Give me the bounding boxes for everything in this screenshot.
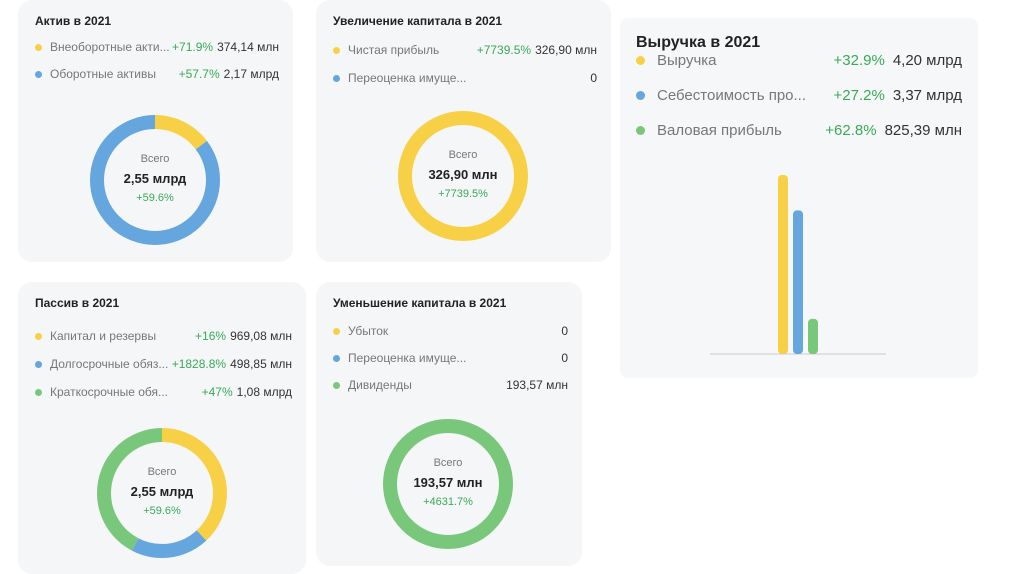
revenue-card: Выручка в 2021 Выручка +32.9% 4,20 млрд Себ… [620,18,978,378]
legend-item: Убыток 0 [333,323,568,339]
donut-center: Всего 326,90 млн +7739.5% [403,149,523,200]
legend-label: Внеоборотные акти... [50,40,170,54]
total-value: 2,55 млрд [123,171,187,186]
legend-item: Оборотные активы +57.7% 2,17 млрд [35,66,279,82]
legend-label: Валовая прибыль [657,121,782,139]
legend-value: 0 [561,324,568,338]
legend-label: Дивиденды [348,378,412,392]
legend-dot-icon [333,74,340,82]
total-value: 193,57 млн [413,475,483,490]
card-title: Увеличение капитала в 2021 [333,14,503,28]
legend-dot-icon [35,360,42,368]
legend-value: 0 [561,351,568,365]
legend-change: +57.7% [178,67,220,81]
legend-value: 1,08 млрд [236,385,292,399]
legend-change: +47% [201,385,233,399]
bar [778,175,788,354]
legend-dot-icon [636,90,645,100]
legend-value: 193,57 млн [506,378,568,392]
legend-change: +27.2% [833,86,885,104]
revenue-bar-chart [710,175,886,355]
total-value: 2,55 млрд [130,484,194,499]
card-title: Актив в 2021 [35,14,112,28]
total-label: Всего [147,466,177,478]
legend-dot-icon [35,388,42,396]
legend-label: Переоценка имуще... [348,71,467,85]
legend-label: Переоценка имуще... [348,351,467,365]
legend-change: +32.9% [833,51,885,69]
legend-value: 969,08 млн [230,329,292,343]
bar [808,318,818,354]
legend-item: Переоценка имуще... 0 [333,350,568,366]
legend-change: +62.8% [825,121,877,139]
legend-item: Долгосрочные обяз... +1828.8% 498,85 млн [35,356,292,372]
total-change: +59.6% [143,505,181,517]
legend-dot-icon [333,327,340,335]
legend-label: Краткосрочные обя... [50,385,169,399]
assets-card: Актив в 2021 Внеоборотные акти... +71.9% 37… [18,0,293,262]
total-change: +7739.5% [438,188,488,200]
legend-dot-icon [333,46,340,54]
donut-center: Всего 2,55 млрд +59.6% [102,466,222,517]
capital-increase-card: Увеличение капитала в 2021 Чистая прибыль… [316,0,611,262]
capital-decrease-card: Уменьшение капитала в 2021 Убыток 0 Переоце… [316,282,582,566]
legend-value: 498,85 млн [230,357,292,371]
legend-value: 0 [590,71,597,85]
legend-dot-icon [35,43,42,51]
legend-value: 3,37 млрд [892,86,962,104]
donut-center: Всего 193,57 млн +4631.7% [388,457,508,508]
legend-change: +16% [195,329,227,343]
legend-label: Выручка [657,51,717,69]
legend-dot-icon [35,332,42,340]
legend-value: 326,90 млн [535,43,597,57]
total-change: +59.6% [136,192,174,204]
legend-item: Дивиденды 193,57 млн [333,377,568,393]
legend-dot-icon [35,70,42,78]
bar [793,210,803,354]
total-label: Всего [448,149,478,161]
total-label: Всего [433,457,463,469]
legend-label: Чистая прибыль [348,43,440,57]
total-value: 326,90 млн [428,167,498,182]
legend-label: Убыток [348,324,389,338]
legend-dot-icon [333,354,340,362]
legend-change: +71.9% [172,40,214,54]
legend-label: Себестоимость про... [657,86,807,104]
legend-value: 2,17 млрд [223,67,279,81]
card-title: Пассив в 2021 [35,296,120,310]
legend-value: 825,39 млн [884,121,962,139]
total-label: Всего [140,153,170,165]
total-change: +4631.7% [423,496,473,508]
legend-item: Капитал и резервы +16% 969,08 млн [35,328,292,344]
legend-change: +1828.8% [171,357,227,371]
legend-label: Оборотные активы [50,67,156,81]
legend-item: Выручка +32.9% 4,20 млрд [636,50,962,70]
legend-item: Чистая прибыль +7739.5% 326,90 млн [333,42,597,58]
donut-center: Всего 2,55 млрд +59.6% [95,153,215,204]
legend-dot-icon [333,381,340,389]
legend-change: +7739.5% [476,43,532,57]
legend-label: Долгосрочные обяз... [50,357,169,371]
legend-dot-icon [636,55,645,65]
legend-label: Капитал и резервы [50,329,157,343]
legend-item: Валовая прибыль +62.8% 825,39 млн [636,120,962,140]
liabilities-card: Пассив в 2021 Капитал и резервы +16% 969,08… [18,282,306,574]
legend-item: Внеоборотные акти... +71.9% 374,14 млн [35,39,279,55]
legend-item: Себестоимость про... +27.2% 3,37 млрд [636,85,962,105]
card-title: Уменьшение капитала в 2021 [333,296,507,310]
legend-dot-icon [636,125,645,135]
legend-item: Краткосрочные обя... +47% 1,08 млрд [35,384,292,400]
legend-item: Переоценка имуще... 0 [333,70,597,86]
legend-value: 4,20 млрд [892,51,962,69]
legend-value: 374,14 млн [217,40,279,54]
